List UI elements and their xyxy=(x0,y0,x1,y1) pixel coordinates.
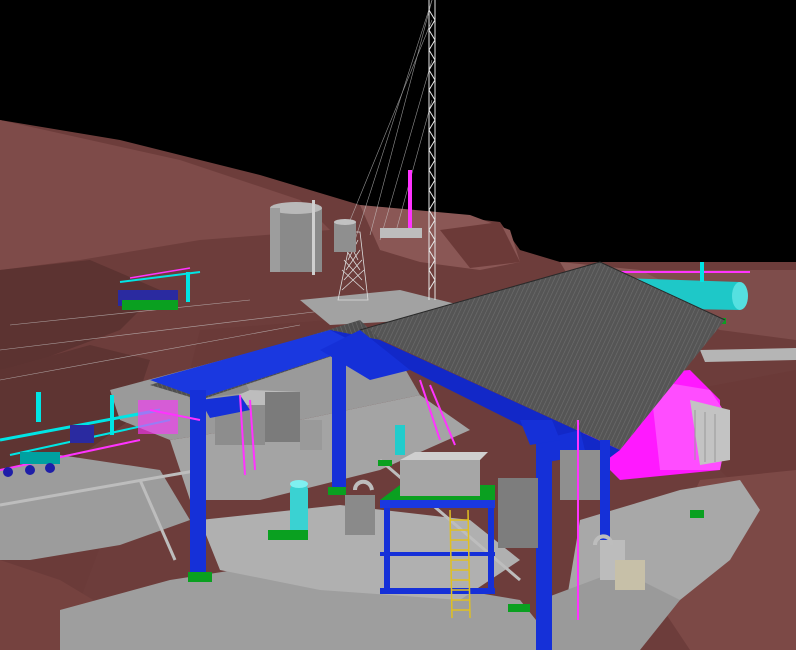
plant-3d-viewport xyxy=(0,0,796,650)
scene-svg xyxy=(0,0,796,650)
